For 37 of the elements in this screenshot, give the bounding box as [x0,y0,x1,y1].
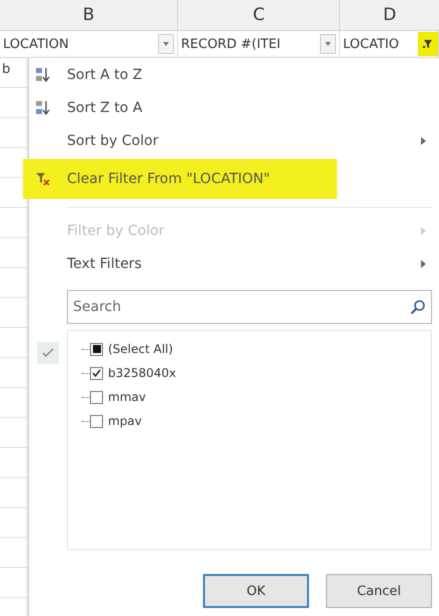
clear-filter-icon [35,171,51,187]
submenu-arrow-icon [421,260,426,268]
column-header[interactable]: D [340,0,439,30]
checkbox[interactable] [90,342,103,356]
caret-icon [163,42,169,46]
checkbox[interactable] [90,366,103,380]
checkbox[interactable] [90,414,103,428]
menu-item[interactable]: Sort by Color [23,124,432,157]
value-label[interactable]: mmav [108,390,146,404]
value-label[interactable]: b3258040x [108,366,176,380]
header-cell-text: RECORD #(ITEI [181,36,282,52]
filter-icon [423,39,433,49]
filter-button[interactable] [418,32,438,56]
menu-item[interactable]: Sort A to Z [23,58,432,91]
sort-icon [35,66,51,82]
check-icon [37,342,59,364]
search-icon [410,299,426,315]
dropdown-button[interactable] [158,34,174,54]
sort-icon [35,100,51,116]
menu-item[interactable]: Clear Filter From "LOCATION" [23,159,337,199]
menu-item[interactable]: Sort Z to A [23,91,432,124]
menu-item[interactable]: Text Filters [23,247,432,280]
column-header[interactable]: B [0,0,178,30]
header-cell-text: LOCATIO [343,36,400,52]
cancel-button[interactable]: Cancel [326,574,432,608]
submenu-arrow-icon [421,136,426,144]
ok-button[interactable]: OK [203,574,309,608]
value-label[interactable]: mpav [108,414,142,428]
checkbox[interactable] [90,390,103,404]
dropdown-button[interactable] [320,34,336,54]
submenu-arrow-icon [421,226,426,234]
column-header[interactable]: C [178,0,340,30]
cell-text: b [2,62,10,77]
search-field[interactable]: Search [67,290,432,324]
header-cell-text: LOCATION [3,36,70,52]
value-label[interactable]: (Select All) [108,342,174,356]
caret-icon [325,42,331,46]
